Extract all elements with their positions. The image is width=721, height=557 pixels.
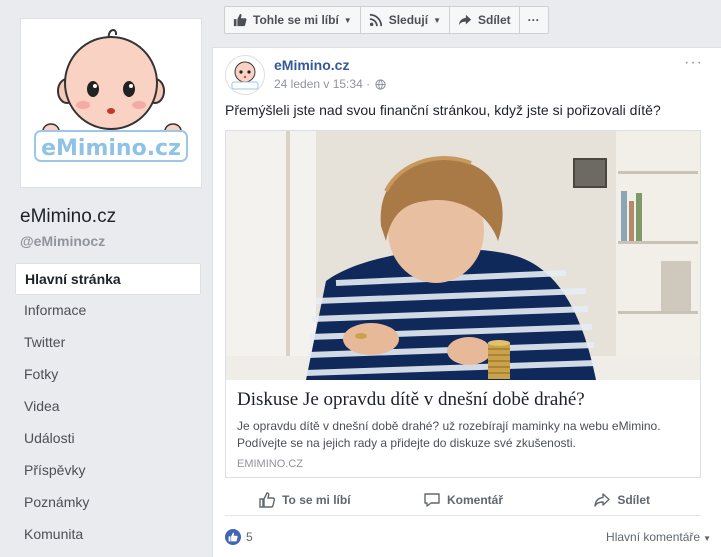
like-label: To se mi líbí [282, 492, 351, 507]
thumbs-up-icon [258, 491, 276, 509]
nav-item-photos[interactable]: Fotky [15, 359, 201, 391]
nav-item-events[interactable]: Události [15, 423, 201, 455]
comment-sort-dropdown[interactable]: Hlavní komentáře ▼ [606, 530, 711, 544]
chevron-down-icon: ▼ [703, 534, 711, 543]
share-arrow-icon [593, 491, 611, 509]
post-author[interactable]: eMimino.cz [274, 57, 349, 73]
share-arrow-icon [458, 13, 472, 27]
nav-item-videos[interactable]: Videa [15, 391, 201, 423]
like-count[interactable]: 5 [246, 530, 253, 544]
nav-item-notes[interactable]: Poznámky [15, 487, 201, 519]
link-title[interactable]: Diskuse Je opravdu dítě v dnešní době dr… [237, 389, 585, 411]
nav-item-home[interactable]: Hlavní stránka [15, 263, 201, 295]
follow-button[interactable]: Sledují ▼ [359, 6, 450, 34]
globe-icon [375, 78, 386, 90]
baby-logo: eMimino.cz [34, 29, 188, 162]
thumbs-up-icon [233, 13, 247, 27]
child-with-coins-photo [226, 131, 700, 380]
post-actions: To se mi líbí Komentář Sdílet [225, 484, 701, 516]
share-button[interactable]: Sdílet [542, 484, 701, 515]
page-actions-bar: Tohle se mi líbí ▼ Sledují ▼ Sdílet ··· [224, 6, 549, 34]
post-card: eMimino.cz 24 leden v 15:34 · ··· Přemýš… [212, 47, 721, 557]
author-avatar[interactable] [225, 55, 265, 95]
nav-item-posts[interactable]: Příspěvky [15, 455, 201, 487]
link-domain: EMIMINO.CZ [237, 458, 303, 470]
like-page-button[interactable]: Tohle se mi líbí ▼ [224, 6, 361, 34]
page-name[interactable]: eMimino.cz [20, 206, 116, 228]
more-dots-icon: ··· [527, 13, 540, 27]
like-page-label: Tohle se mi líbí [253, 13, 339, 27]
rss-icon [369, 13, 383, 27]
page-handle: @eMiminocz [20, 233, 106, 249]
like-reaction-icon[interactable] [225, 529, 241, 545]
share-page-label: Sdílet [477, 13, 511, 27]
chevron-down-icon: ▼ [343, 15, 352, 25]
link-preview-image[interactable] [226, 131, 700, 380]
comment-sort-label: Hlavní komentáře [606, 530, 701, 544]
page-nav: Hlavní stránka Informace Twitter Fotky V… [15, 263, 201, 551]
share-page-button[interactable]: Sdílet [448, 6, 520, 34]
link-description: Je opravdu dítě v dnešní době drahé? už … [237, 419, 661, 450]
share-label: Sdílet [617, 492, 651, 507]
follow-label: Sledují [388, 13, 429, 27]
more-options-button[interactable]: ··· [518, 6, 549, 34]
link-preview[interactable]: Diskuse Je opravdu dítě v dnešní době dr… [225, 130, 701, 478]
comment-icon [423, 491, 441, 509]
nav-item-twitter[interactable]: Twitter [15, 327, 201, 359]
profile-picture[interactable]: eMimino.cz [20, 18, 202, 188]
post-timestamp[interactable]: 24 leden v 15:34 · [274, 77, 370, 91]
baby-avatar-icon [231, 61, 259, 90]
chevron-down-icon: ▼ [433, 15, 441, 25]
comment-button[interactable]: Komentář [384, 484, 543, 515]
comment-label: Komentář [447, 492, 504, 507]
left-column: eMimino.cz eMimino.cz @eMiminocz Hlavní … [0, 0, 212, 557]
post-options-button[interactable]: ··· [684, 54, 703, 72]
post-footer: 5 Hlavní komentáře ▼ [225, 526, 711, 548]
like-button[interactable]: To se mi líbí [225, 484, 384, 515]
nav-item-info[interactable]: Informace [15, 295, 201, 327]
nav-item-community[interactable]: Komunita [15, 519, 201, 551]
svg-text:eMimino.cz: eMimino.cz [41, 136, 181, 161]
post-meta: 24 leden v 15:34 · [274, 77, 386, 91]
post-text: Přemýšleli jste nad svou finanční stránk… [225, 102, 661, 118]
